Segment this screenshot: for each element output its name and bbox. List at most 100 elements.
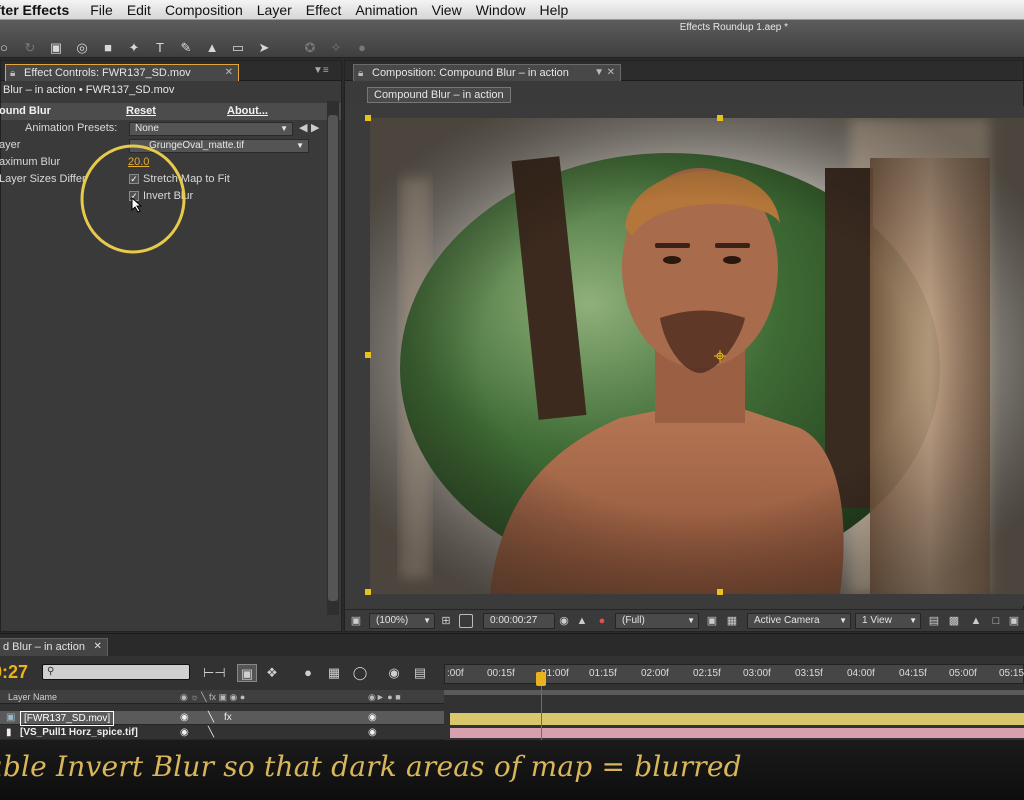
camera-dropdown[interactable]: Active Camera ▼ bbox=[747, 613, 851, 629]
chevron-down-icon: ▼ bbox=[280, 124, 288, 133]
mask-visibility-icon[interactable] bbox=[459, 614, 473, 628]
channel-icon[interactable]: ● bbox=[595, 614, 609, 628]
layer-row[interactable]: ▣ [FWR137_SD.mov] ◉ ╲ fx ◉ bbox=[0, 711, 444, 726]
lock-icon[interactable]: 🔒︎ bbox=[10, 66, 15, 82]
work-area-bar[interactable] bbox=[444, 690, 1024, 695]
layer-name[interactable]: [VS_Pull1 Horz_spice.tif] bbox=[20, 726, 138, 739]
time-ruler[interactable]: :00f 00:15f 01:00f 01:15f 02:00f 02:15f … bbox=[444, 664, 1024, 684]
composition-viewer[interactable] bbox=[345, 106, 1024, 606]
timeline-icon[interactable]: ▲ bbox=[969, 614, 983, 628]
tab-timeline[interactable]: d Blur – in action ✕ bbox=[0, 638, 108, 656]
fx-switch-icon[interactable]: fx bbox=[224, 711, 232, 724]
effect-controls-scrollbar[interactable] bbox=[327, 101, 339, 615]
close-icon[interactable]: ✕ bbox=[225, 65, 233, 81]
tutorial-caption-bar: able Invert Blur so that dark areas of m… bbox=[0, 740, 1024, 800]
brainstorm-icon[interactable]: ◉ bbox=[384, 664, 404, 682]
tab-composition[interactable]: 🔒︎ Composition: Compound Blur – in actio… bbox=[353, 64, 621, 81]
selection-tool-icon[interactable]: ○ bbox=[0, 40, 14, 56]
shy-switch-icon[interactable]: ◉ bbox=[180, 726, 189, 739]
motion-blur-icon[interactable]: ◯ bbox=[350, 664, 370, 682]
camera-snapshot-icon[interactable]: ◉ bbox=[557, 614, 571, 628]
brush-tool-icon[interactable]: ✎ bbox=[176, 40, 196, 56]
comp-mini-flowchart-icon[interactable]: ⊢⊣ bbox=[203, 664, 226, 682]
menu-view[interactable]: View bbox=[425, 2, 469, 18]
current-time-display[interactable]: 0:27 bbox=[0, 662, 28, 683]
chevron-down-icon[interactable]: ▼ bbox=[594, 65, 604, 81]
rotate-tool-icon[interactable]: ↻ bbox=[20, 40, 40, 56]
quality-switch-icon[interactable]: ╲ bbox=[208, 711, 214, 724]
transform-handle[interactable] bbox=[365, 589, 371, 595]
menu-layer[interactable]: Layer bbox=[250, 2, 299, 18]
roto-brush-tool-icon[interactable]: ➤ bbox=[254, 40, 274, 56]
composition-tabrow: 🔒︎ Composition: Compound Blur – in actio… bbox=[345, 61, 1023, 81]
quality-switch-icon[interactable]: ╲ bbox=[208, 726, 214, 739]
shy-switch-icon[interactable]: ◉ bbox=[180, 711, 189, 724]
resolution-dropdown[interactable]: (Full) ▼ bbox=[615, 613, 699, 629]
grid-icon[interactable]: ⊞ bbox=[439, 614, 453, 628]
clone-stamp-tool-icon[interactable]: ▲ bbox=[202, 40, 222, 56]
views-dropdown[interactable]: 1 View ▼ bbox=[855, 613, 921, 629]
current-time-indicator[interactable] bbox=[535, 672, 546, 686]
fast-previews-icon[interactable]: ▩ bbox=[947, 614, 961, 628]
menu-edit[interactable]: Edit bbox=[120, 2, 158, 18]
comp-flowchart-icon[interactable]: □ bbox=[989, 614, 1003, 628]
transform-handle[interactable] bbox=[717, 115, 723, 121]
puppet-starch-tool-icon[interactable]: ● bbox=[352, 40, 372, 56]
graph-editor-icon[interactable]: ▤ bbox=[410, 664, 430, 682]
composition-frame[interactable] bbox=[370, 118, 1024, 594]
puppet-tool-icon[interactable]: ✪ bbox=[300, 40, 320, 56]
effect-header-row[interactable]: ound Blur Reset About... bbox=[0, 103, 341, 120]
panel-menu-icon[interactable]: ▼≡ bbox=[313, 65, 329, 76]
camera-tool-icon[interactable]: ▣ bbox=[46, 40, 66, 56]
transform-handle[interactable] bbox=[717, 589, 723, 595]
preset-prev-icon[interactable]: ◀ bbox=[299, 121, 307, 134]
layer-search-input[interactable]: ⚲ bbox=[42, 664, 190, 680]
app-menu[interactable]: After Effects bbox=[0, 2, 83, 18]
tab-effect-controls[interactable]: 🔒︎ Effect Controls: FWR137_SD.mov ✕ bbox=[5, 64, 239, 81]
menu-effect[interactable]: Effect bbox=[299, 2, 349, 18]
show-snapshot-icon[interactable]: ▲ bbox=[575, 614, 589, 628]
about-link[interactable]: About... bbox=[227, 105, 268, 117]
menu-file[interactable]: File bbox=[83, 2, 120, 18]
visibility-eye-icon[interactable]: ◉ bbox=[368, 726, 377, 739]
layer-name[interactable]: [FWR137_SD.mov] bbox=[20, 711, 115, 726]
hide-shy-layers-icon[interactable]: ● bbox=[298, 664, 318, 682]
transform-handle[interactable] bbox=[365, 115, 371, 121]
region-of-interest-icon[interactable]: ▣ bbox=[705, 614, 719, 628]
close-icon[interactable]: ✕ bbox=[607, 65, 615, 81]
menu-window[interactable]: Window bbox=[469, 2, 533, 18]
puppet-overlap-tool-icon[interactable]: ✧ bbox=[326, 40, 346, 56]
tools-panel: Effects Roundup 1.aep * ○ ↻ ▣ ◎ ■ ✦ T ✎ … bbox=[0, 20, 1024, 58]
reset-exposure-icon[interactable]: ▣ bbox=[1007, 614, 1021, 628]
scrollbar-thumb[interactable] bbox=[328, 115, 338, 601]
layer-row[interactable]: ▮ [VS_Pull1 Horz_spice.tif] ◉ ╲ ◉ bbox=[0, 726, 444, 740]
layer-duration-bar[interactable] bbox=[450, 713, 1024, 725]
timecode-display[interactable]: 0:00:00:27 bbox=[483, 613, 555, 629]
close-icon[interactable]: ✕ bbox=[94, 639, 102, 655]
toggle-pixel-aspect-icon[interactable]: ▤ bbox=[927, 614, 941, 628]
footage-image bbox=[370, 118, 1024, 594]
pan-behind-tool-icon[interactable]: ◎ bbox=[72, 40, 92, 56]
frame-blending-icon[interactable]: ▦ bbox=[324, 664, 344, 682]
eraser-tool-icon[interactable]: ▭ bbox=[228, 40, 248, 56]
transform-handle[interactable] bbox=[365, 352, 371, 358]
text-tool-icon[interactable]: T bbox=[150, 40, 170, 56]
visibility-eye-icon[interactable]: ◉ bbox=[368, 711, 377, 724]
lock-icon[interactable]: 🔒︎ bbox=[358, 66, 363, 82]
draft-3d-icon[interactable]: ❖ bbox=[262, 664, 282, 682]
transparency-grid-icon[interactable]: ▦ bbox=[725, 614, 739, 628]
switches-header-icons: ◉ ☼ ╲ fx ▣ ◉ ● bbox=[180, 692, 246, 702]
menu-animation[interactable]: Animation bbox=[348, 2, 424, 18]
live-update-icon[interactable]: ▣ bbox=[237, 664, 257, 682]
menu-help[interactable]: Help bbox=[533, 2, 576, 18]
pen-tool-icon[interactable]: ✦ bbox=[124, 40, 144, 56]
animation-presets-dropdown[interactable]: None ▼ bbox=[129, 122, 293, 136]
always-preview-icon[interactable]: ▣ bbox=[349, 614, 363, 628]
composition-breadcrumb[interactable]: Compound Blur – in action bbox=[367, 87, 511, 103]
preset-next-icon[interactable]: ▶ bbox=[311, 121, 319, 134]
rectangle-tool-icon[interactable]: ■ bbox=[98, 40, 118, 56]
reset-link[interactable]: Reset bbox=[126, 105, 156, 117]
menu-composition[interactable]: Composition bbox=[158, 2, 250, 18]
zoom-dropdown[interactable]: (100%) ▼ bbox=[369, 613, 435, 629]
layer-duration-bar[interactable] bbox=[450, 728, 1024, 738]
